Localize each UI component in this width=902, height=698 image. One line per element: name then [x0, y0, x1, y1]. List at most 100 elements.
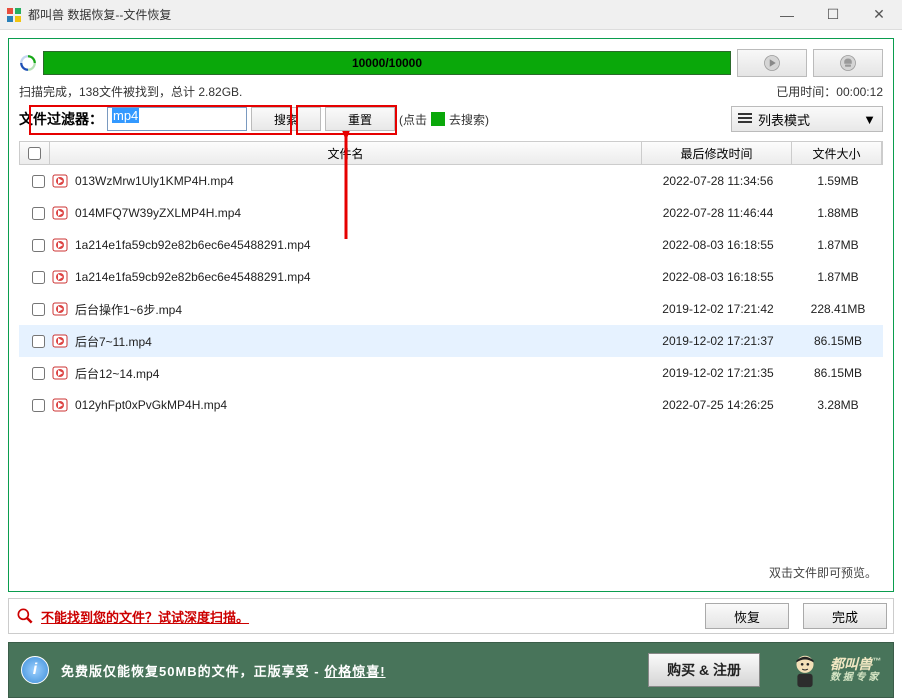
file-icon	[49, 269, 71, 285]
buy-register-button[interactable]: 购买 & 注册	[648, 653, 760, 687]
col-size[interactable]: 文件大小	[792, 142, 882, 164]
file-size: 86.15MB	[793, 366, 883, 380]
search-hint: (点击 去搜索)	[399, 111, 489, 128]
file-name: 后台操作1~6步.mp4	[71, 301, 643, 318]
scan-summary: 扫描完成，138文件被找到，总计 2.82GB.	[19, 83, 242, 100]
row-checkbox-cell	[19, 175, 49, 188]
search-button[interactable]: 搜索	[251, 107, 321, 131]
file-icon	[49, 365, 71, 381]
progress-text: 10000/10000	[352, 56, 422, 70]
titlebar: 都叫兽 数据恢复--文件恢复 — ☐ ✕	[0, 0, 902, 30]
play-button[interactable]	[737, 49, 807, 77]
row-checkbox[interactable]	[32, 335, 45, 348]
recover-button[interactable]: 恢复	[705, 603, 789, 629]
deep-scan-link[interactable]: 不能找到您的文件？试试深度扫描。	[15, 606, 249, 626]
upgrade-banner: i 免费版仅能恢复50MB的文件，正版享受 - 价格惊喜! 购买 & 注册 都叫…	[8, 642, 894, 698]
file-table: 文件名 最后修改时间 文件大小 013WzMrw1Uly1KMP4H.mp420…	[19, 140, 883, 520]
minimize-button[interactable]: —	[764, 0, 810, 30]
row-checkbox-cell	[19, 239, 49, 252]
table-row[interactable]: 后台7~11.mp42019-12-02 17:21:3786.15MB	[19, 325, 883, 357]
price-link[interactable]: 价格惊喜!	[324, 664, 385, 679]
row-checkbox-cell	[19, 367, 49, 380]
file-date: 2022-08-03 16:18:55	[643, 238, 793, 252]
spinner-icon	[19, 54, 37, 72]
table-header: 文件名 最后修改时间 文件大小	[19, 141, 883, 165]
file-name: 014MFQ7W39yZXLMP4H.mp4	[71, 206, 643, 220]
file-date: 2022-07-25 14:26:25	[643, 398, 793, 412]
table-row[interactable]: 013WzMrw1Uly1KMP4H.mp42022-07-28 11:34:5…	[19, 165, 883, 197]
file-name: 012yhFpt0xPvGkMP4H.mp4	[71, 398, 643, 412]
file-name: 1a214e1fa59cb92e82b6ec6e45488291.mp4	[71, 238, 643, 252]
brand-avatar-icon	[786, 651, 824, 689]
list-icon	[738, 113, 752, 125]
file-size: 3.28MB	[793, 398, 883, 412]
status-row: 扫描完成，138文件被找到，总计 2.82GB. 已用时间：00:00:12	[19, 83, 883, 100]
elapsed-time: 已用时间：00:00:12	[776, 83, 883, 100]
filter-label: 文件过滤器：	[19, 109, 103, 129]
file-name: 后台7~11.mp4	[71, 333, 643, 350]
app-icon	[6, 7, 22, 23]
file-icon	[49, 397, 71, 413]
filter-input[interactable]: mp4	[107, 107, 247, 131]
main-panel: 10000/10000 扫描完成，138文件被找到，总计 2.82GB. 已用时…	[8, 38, 894, 592]
row-checkbox[interactable]	[32, 175, 45, 188]
row-checkbox-cell	[19, 207, 49, 220]
row-checkbox[interactable]	[32, 303, 45, 316]
col-date[interactable]: 最后修改时间	[642, 142, 792, 164]
chevron-down-icon: ▼	[863, 112, 876, 127]
trash-icon	[431, 112, 445, 126]
filter-row: 文件过滤器： mp4 搜索 重置 (点击 去搜索) 列表模式 ▼	[19, 104, 883, 134]
row-checkbox-cell	[19, 399, 49, 412]
window-title: 都叫兽 数据恢复--文件恢复	[28, 6, 764, 23]
file-date: 2019-12-02 17:21:35	[643, 366, 793, 380]
file-icon	[49, 173, 71, 189]
file-icon	[49, 205, 71, 221]
col-checkbox[interactable]	[20, 142, 50, 164]
select-all-checkbox[interactable]	[28, 147, 41, 160]
stop-button[interactable]	[813, 49, 883, 77]
magnifier-icon	[15, 606, 35, 626]
file-icon	[49, 301, 71, 317]
row-checkbox[interactable]	[32, 239, 45, 252]
view-mode-label: 列表模式	[758, 110, 810, 129]
file-date: 2019-12-02 17:21:37	[643, 334, 793, 348]
file-name: 1a214e1fa59cb92e82b6ec6e45488291.mp4	[71, 270, 643, 284]
view-mode-dropdown[interactable]: 列表模式 ▼	[731, 106, 883, 132]
row-checkbox[interactable]	[32, 207, 45, 220]
preview-hint: 双击文件即可预览。	[769, 564, 877, 581]
table-row[interactable]: 后台操作1~6步.mp42019-12-02 17:21:42228.41MB	[19, 293, 883, 325]
file-date: 2022-07-28 11:34:56	[643, 174, 793, 188]
file-size: 228.41MB	[793, 302, 883, 316]
table-row[interactable]: 014MFQ7W39yZXLMP4H.mp42022-07-28 11:46:4…	[19, 197, 883, 229]
table-body: 013WzMrw1Uly1KMP4H.mp42022-07-28 11:34:5…	[19, 165, 883, 421]
deep-scan-bar: 不能找到您的文件？试试深度扫描。 恢复 完成	[8, 598, 894, 634]
table-row[interactable]: 1a214e1fa59cb92e82b6ec6e45488291.mp42022…	[19, 229, 883, 261]
table-row[interactable]: 012yhFpt0xPvGkMP4H.mp42022-07-25 14:26:2…	[19, 389, 883, 421]
file-size: 1.87MB	[793, 238, 883, 252]
maximize-button[interactable]: ☐	[810, 0, 856, 30]
reset-button[interactable]: 重置	[325, 107, 395, 131]
file-size: 1.88MB	[793, 206, 883, 220]
table-row[interactable]: 后台12~14.mp42019-12-02 17:21:3586.15MB	[19, 357, 883, 389]
info-icon: i	[21, 656, 49, 684]
row-checkbox-cell	[19, 271, 49, 284]
file-date: 2022-07-28 11:46:44	[643, 206, 793, 220]
row-checkbox-cell	[19, 303, 49, 316]
brand-logo: 都叫兽™ 数 据 专 家	[786, 651, 881, 689]
close-button[interactable]: ✕	[856, 0, 902, 30]
file-size: 1.59MB	[793, 174, 883, 188]
table-row[interactable]: 1a214e1fa59cb92e82b6ec6e45488291.mp42022…	[19, 261, 883, 293]
file-icon	[49, 333, 71, 349]
done-button[interactable]: 完成	[803, 603, 887, 629]
row-checkbox[interactable]	[32, 367, 45, 380]
file-icon	[49, 237, 71, 253]
row-checkbox[interactable]	[32, 271, 45, 284]
row-checkbox-cell	[19, 335, 49, 348]
banner-text: 免费版仅能恢复50MB的文件，正版享受 - 价格惊喜!	[61, 661, 386, 680]
col-name[interactable]: 文件名	[50, 142, 642, 164]
file-name: 后台12~14.mp4	[71, 365, 643, 382]
row-checkbox[interactable]	[32, 399, 45, 412]
file-size: 1.87MB	[793, 270, 883, 284]
file-date: 2022-08-03 16:18:55	[643, 270, 793, 284]
progress-bar: 10000/10000	[43, 51, 731, 75]
